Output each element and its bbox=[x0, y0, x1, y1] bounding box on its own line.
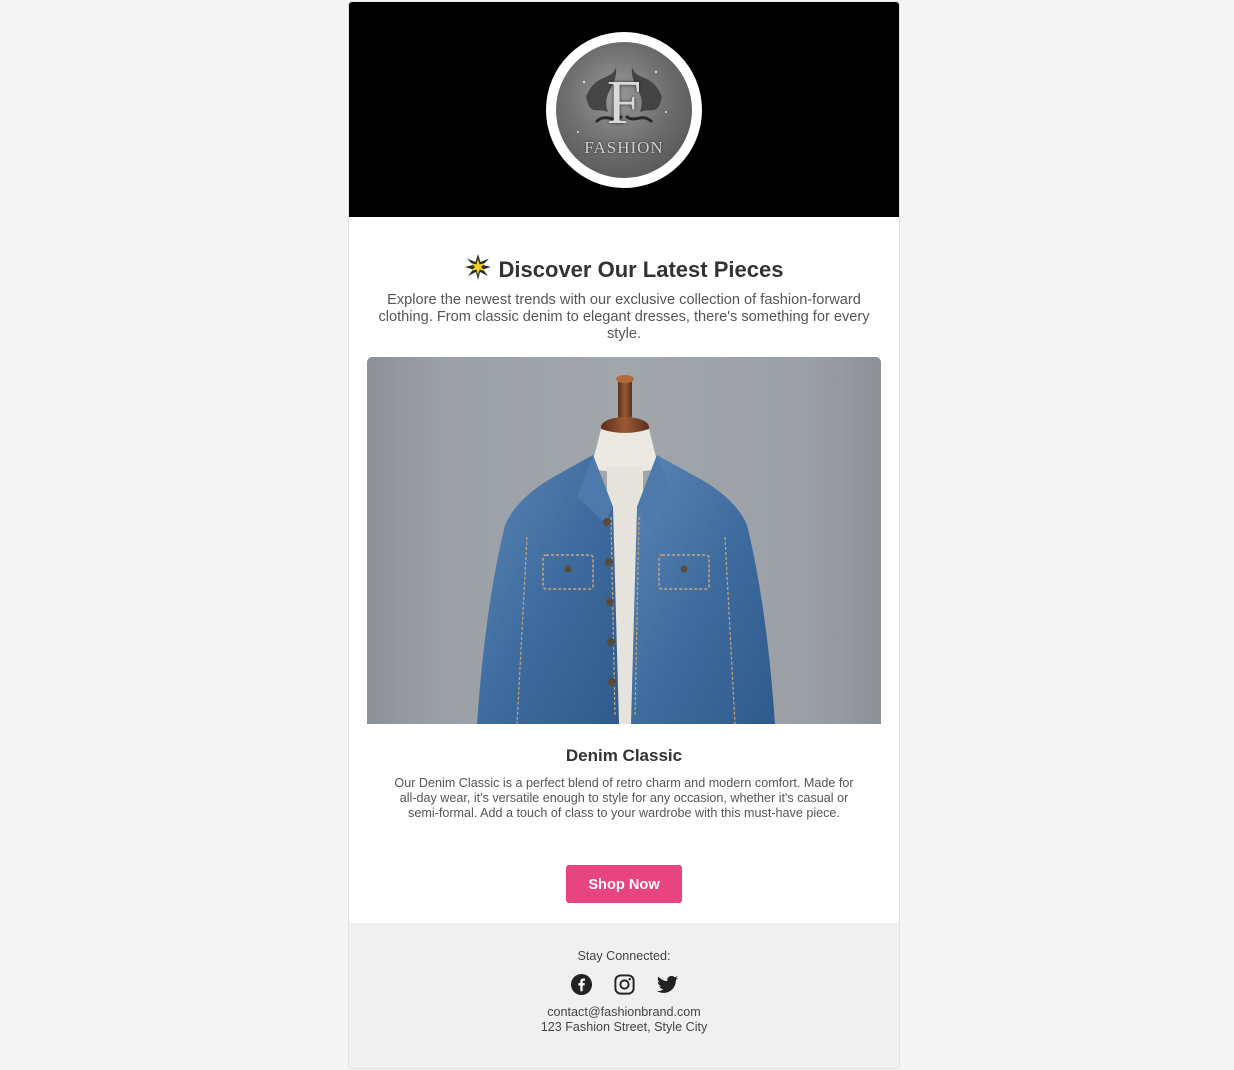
email-header: F FASHION bbox=[349, 2, 899, 217]
headline-text: Discover Our Latest Pieces bbox=[498, 257, 784, 282]
brand-logo: F FASHION bbox=[546, 31, 702, 188]
stay-connected-label: Stay Connected: bbox=[577, 949, 671, 963]
logo-wordmark: FASHION bbox=[584, 137, 664, 157]
email-footer: Stay Connected: contact@fashionbrand.com… bbox=[349, 923, 899, 1068]
denim-jacket-illustration bbox=[477, 375, 775, 724]
facebook-icon[interactable] bbox=[570, 973, 593, 996]
twitter-icon[interactable] bbox=[656, 973, 679, 996]
logo-letter: F bbox=[606, 68, 642, 137]
email-content: Discover Our Latest Pieces Explore the n… bbox=[349, 217, 899, 903]
social-links bbox=[349, 973, 899, 997]
product-title: Denim Classic bbox=[565, 746, 683, 765]
cta-wrapper: Shop Now bbox=[367, 865, 881, 903]
instagram-icon[interactable] bbox=[613, 973, 636, 996]
sparkle-star-icon bbox=[464, 254, 491, 286]
shop-now-button[interactable]: Shop Now bbox=[566, 865, 682, 903]
intro-text: Explore the newest trends with our exclu… bbox=[378, 292, 870, 342]
contact-info: contact@fashionbrand.com 123 Fashion Str… bbox=[349, 1005, 899, 1035]
headline: Discover Our Latest Pieces bbox=[367, 254, 881, 286]
brand-logo-emblem: F FASHION bbox=[556, 41, 692, 178]
product-image[interactable] bbox=[367, 357, 881, 724]
contact-email[interactable]: contact@fashionbrand.com bbox=[349, 1005, 899, 1020]
product-description: Our Denim Classic is a perfect blend of … bbox=[394, 776, 854, 820]
contact-address: 123 Fashion Street, Style City bbox=[540, 1020, 708, 1034]
email-container: F FASHION Discover Our Latest Pieces Exp… bbox=[348, 1, 900, 1069]
